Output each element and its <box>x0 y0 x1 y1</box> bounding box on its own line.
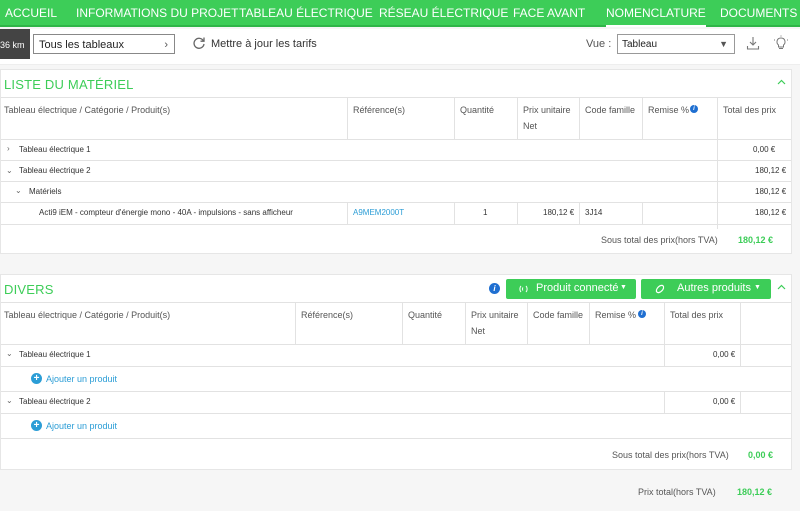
tab-face-avant[interactable]: FACE AVANT <box>513 6 585 20</box>
tab-tableau-electrique[interactable]: TABLEAU ÉLECTRIQUE <box>239 6 373 20</box>
add-icon[interactable]: + <box>31 373 42 384</box>
header-net: Net <box>523 121 538 131</box>
add-product-link[interactable]: Ajouter un produit <box>46 374 117 384</box>
top-nav: ACCUEIL INFORMATIONS DU PROJET TABLEAU É… <box>0 0 800 27</box>
product-total: 180,12 € <box>755 208 787 217</box>
header-quantity: Quantité <box>460 105 495 115</box>
header-discount: Remise % <box>595 310 637 320</box>
row-label: Tableau électrique 1 <box>19 145 91 154</box>
other-products-button[interactable]: Autres produits ▼ <box>641 279 771 299</box>
divers-title: DIVERS <box>4 282 54 297</box>
chevron-right-icon[interactable]: › <box>7 144 10 153</box>
product-quantity[interactable]: 1 <box>483 208 487 217</box>
subtotal-label: Sous total des prix(hors TVA) <box>612 450 729 460</box>
refresh-icon[interactable] <box>192 36 206 50</box>
header-net: Net <box>471 326 486 336</box>
collapse-icon[interactable] <box>777 284 786 290</box>
tableau-select[interactable]: Tous les tableaux › <box>33 34 175 54</box>
chevron-down-icon[interactable]: ⌄ <box>15 186 22 195</box>
header-reference: Référence(s) <box>301 310 354 320</box>
vue-select-value: Tableau <box>622 39 658 50</box>
product-name: Acti9 iEM - compteur d'énergie mono - 40… <box>39 208 293 217</box>
connected-product-button[interactable]: Produit connecté ▼ <box>506 279 636 299</box>
caret-down-icon: ▼ <box>620 284 627 291</box>
header-total: Total des prix <box>670 310 724 320</box>
divers-section: DIVERS i Produit connecté ▼ Autres produ… <box>0 274 792 470</box>
refresh-tarifs-button[interactable]: Mettre à jour les tarifs <box>211 38 317 50</box>
row-label: Matériels <box>29 187 62 196</box>
header-discount: Remise % <box>648 105 690 115</box>
header-product: Tableau électrique / Catégorie / Produit… <box>4 310 171 320</box>
row-label: Tableau électrique 1 <box>19 350 91 359</box>
row-total: 0,00 € <box>753 145 776 154</box>
scale-badge: 36 km <box>0 29 30 59</box>
toolbar: 36 km Tous les tableaux › Mettre à jour … <box>0 29 800 65</box>
header-unit-price: Prix unitaire <box>471 310 519 320</box>
header-family-code: Code famille <box>533 310 584 320</box>
product-family-code: 3J14 <box>585 208 603 217</box>
link-icon <box>655 284 665 294</box>
vue-select[interactable]: Tableau ▼ <box>617 34 735 54</box>
product-reference[interactable]: A9MEM2000T <box>353 208 404 217</box>
row-total: 180,12 € <box>755 187 787 196</box>
product-unit-price: 180,12 € <box>543 208 575 217</box>
add-product-link[interactable]: Ajouter un produit <box>46 421 117 431</box>
row-total: 0,00 € <box>713 397 736 406</box>
total-value: 180,12 € <box>737 487 773 497</box>
chevron-down-icon: ▼ <box>719 39 728 49</box>
caret-down-icon: ▼ <box>754 284 761 291</box>
tableau-select-value: Tous les tableaux <box>39 39 124 51</box>
row-total: 180,12 € <box>755 166 787 175</box>
vue-label: Vue : <box>586 38 612 50</box>
download-icon[interactable] <box>746 36 760 50</box>
tab-reseau-electrique[interactable]: RÉSEAU ÉLECTRIQUE <box>379 6 508 20</box>
collapse-icon[interactable] <box>777 79 786 85</box>
row-label: Tableau électrique 2 <box>19 166 91 175</box>
tab-nomenclature[interactable]: NOMENCLATURE <box>606 6 706 27</box>
info-icon[interactable]: i <box>638 310 646 318</box>
row-total: 0,00 € <box>713 350 736 359</box>
info-icon[interactable]: i <box>489 283 500 294</box>
total-label: Prix total(hors TVA) <box>638 487 716 497</box>
wifi-icon <box>519 285 528 293</box>
materiel-section: LISTE DU MATÉRIEL Tableau électrique / C… <box>0 69 792 254</box>
header-total: Total des prix <box>723 105 777 115</box>
add-icon[interactable]: + <box>31 420 42 431</box>
info-icon[interactable]: i <box>690 105 698 113</box>
subtotal-label: Sous total des prix(hors TVA) <box>601 235 718 245</box>
header-quantity: Quantité <box>408 310 443 320</box>
row-label: Tableau électrique 2 <box>19 397 91 406</box>
chevron-down-icon[interactable]: ⌄ <box>6 396 13 405</box>
lightbulb-icon[interactable] <box>774 35 788 51</box>
header-family-code: Code famille <box>585 105 636 115</box>
header-reference: Référence(s) <box>353 105 406 115</box>
materiel-title: LISTE DU MATÉRIEL <box>4 77 134 92</box>
other-products-label: Autres produits <box>677 282 751 294</box>
chevron-down-icon[interactable]: ⌄ <box>6 166 13 175</box>
chevron-right-icon: › <box>164 39 168 51</box>
tab-accueil[interactable]: ACCUEIL <box>5 6 57 20</box>
header-product: Tableau électrique / Catégorie / Produit… <box>4 105 171 115</box>
subtotal-value: 0,00 € <box>748 450 774 460</box>
header-unit-price: Prix unitaire <box>523 105 571 115</box>
chevron-down-icon[interactable]: ⌄ <box>6 349 13 358</box>
tab-documents[interactable]: DOCUMENTS <box>720 6 797 20</box>
connected-product-label: Produit connecté <box>536 282 619 294</box>
tab-informations-projet[interactable]: INFORMATIONS DU PROJET <box>76 6 238 20</box>
subtotal-value: 180,12 € <box>738 235 774 245</box>
